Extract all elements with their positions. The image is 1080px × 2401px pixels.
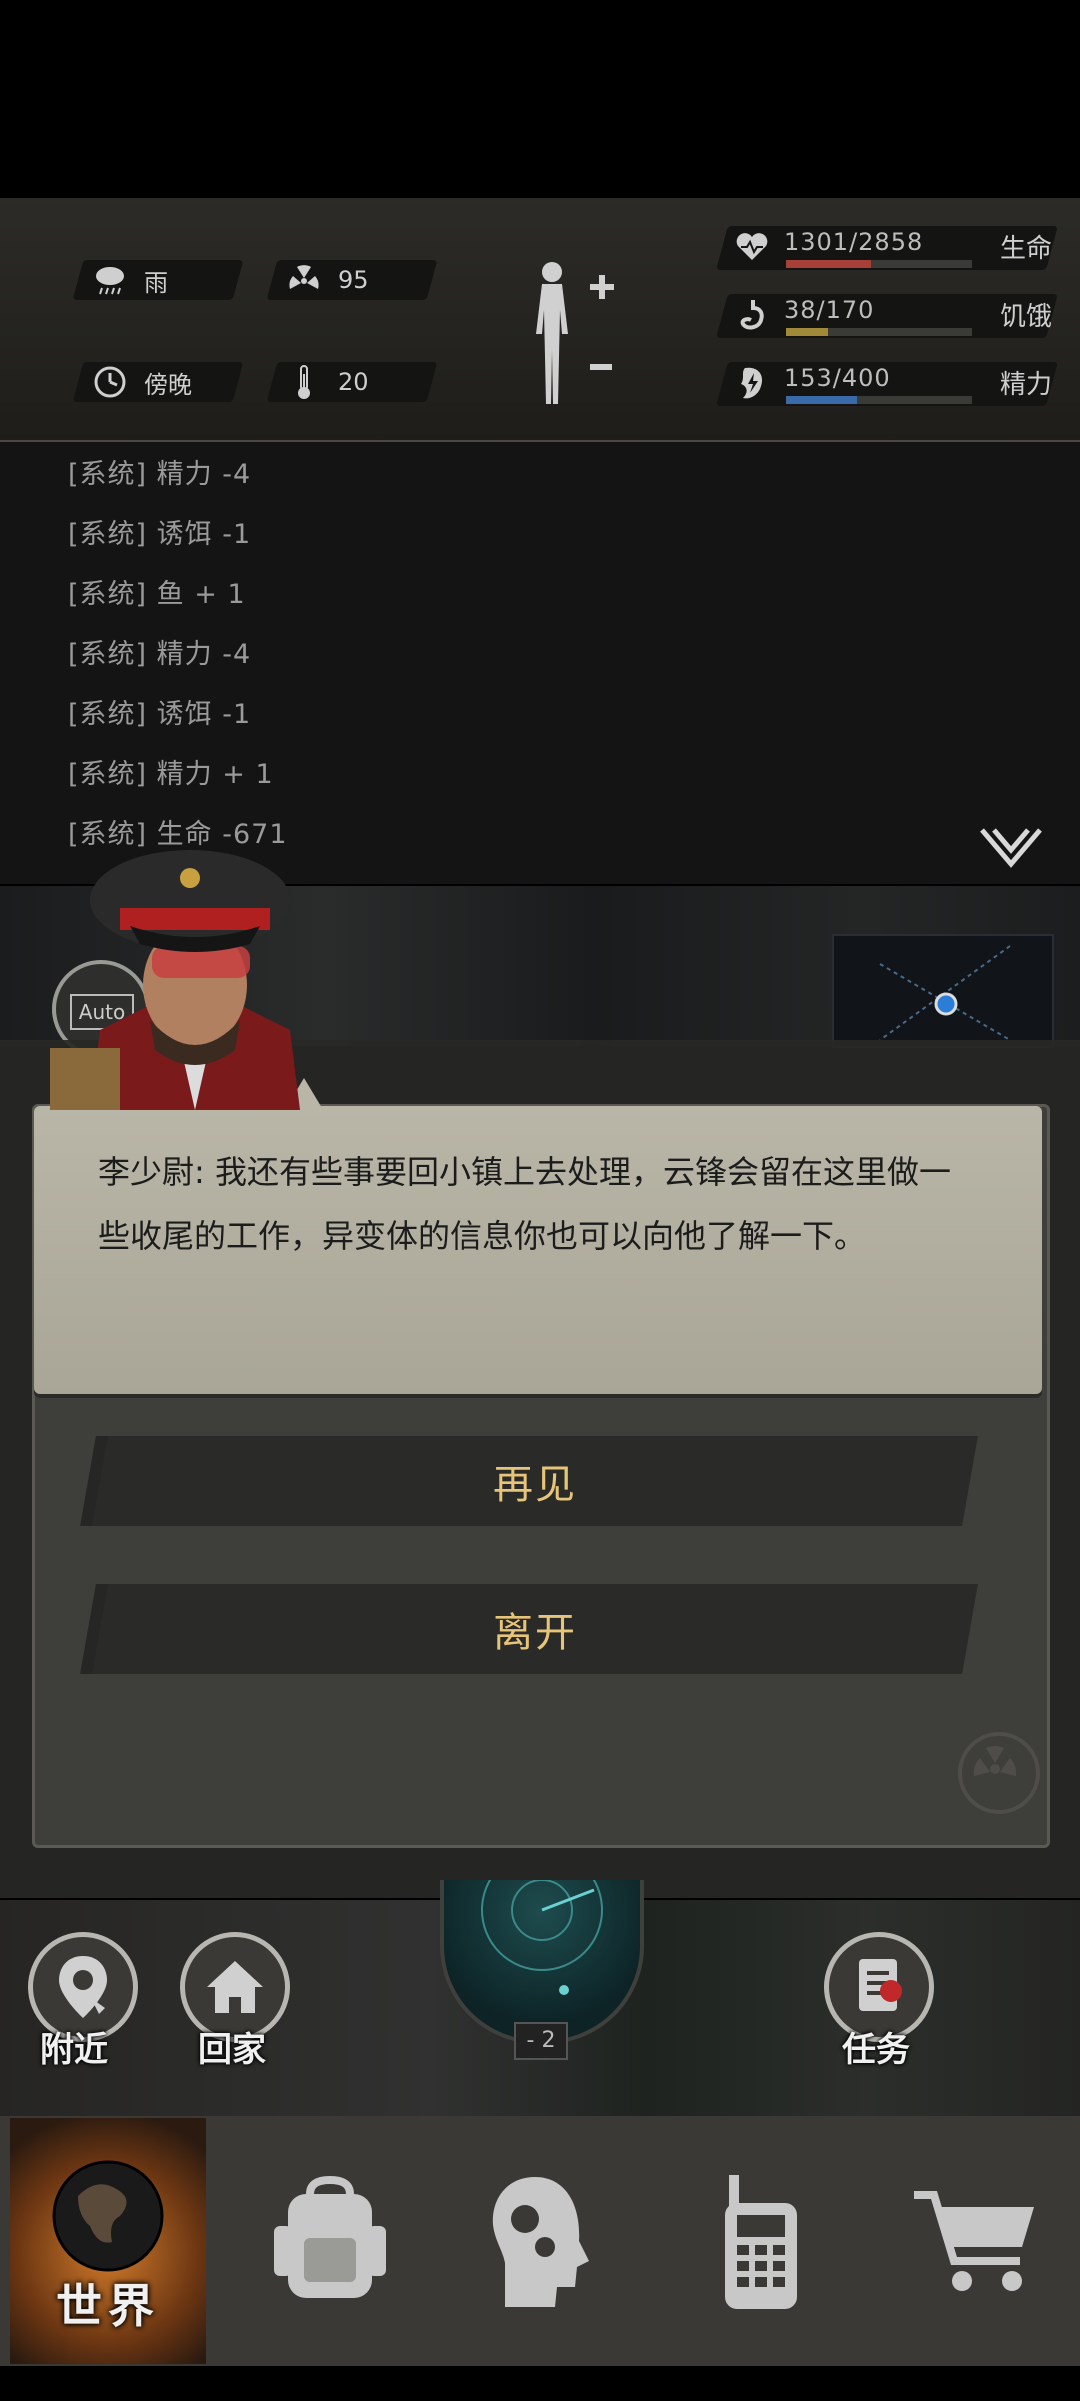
- energy-value: 153/400: [784, 364, 891, 392]
- minimap[interactable]: [832, 934, 1054, 1048]
- stomach-icon: [732, 294, 772, 336]
- health-value: 1301/2858: [784, 228, 924, 256]
- thermometer-icon: [286, 364, 322, 400]
- hunger-bar: [786, 328, 972, 336]
- nav-backpack-tab[interactable]: [240, 2118, 420, 2364]
- nearby-label: 附近: [40, 2030, 108, 2070]
- time-value: 傍晚: [144, 370, 192, 399]
- head-gears-icon: [492, 2177, 589, 2307]
- time-status: 傍晚: [92, 362, 192, 402]
- energy-row: 153/400 精力: [716, 358, 1062, 406]
- backpack-icon: [274, 2176, 386, 2298]
- body-status-button[interactable]: [520, 254, 630, 414]
- radiation-watermark-icon: [958, 1732, 1040, 1814]
- player-marker-icon: [934, 992, 958, 1016]
- log-line: [系统] 精力 -4: [68, 459, 252, 490]
- nav-skills-tab[interactable]: [450, 2118, 630, 2364]
- log-line: [系统] 精力 + 1: [68, 759, 274, 790]
- hunger-value: 38/170: [784, 296, 875, 324]
- radiation-icon: [286, 262, 322, 298]
- log-line: [系统] 诱饵 -1: [68, 699, 252, 730]
- shopping-cart-icon: [914, 2191, 1034, 2291]
- choice-leave-label: 离开: [493, 1610, 577, 1656]
- temperature-status: 20: [286, 362, 369, 402]
- health-bar: [786, 260, 972, 268]
- log-line: [系统] 诱饵 -1: [68, 519, 252, 550]
- health-label: 生命: [1000, 234, 1053, 264]
- health-row: 1301/2858 生命: [716, 222, 1062, 270]
- house-icon: [207, 1961, 263, 2013]
- choice-goodbye-label: 再见: [493, 1462, 577, 1508]
- nav-radio-tab[interactable]: [665, 2118, 855, 2364]
- log-line: [系统] 精力 -4: [68, 639, 252, 670]
- log-line: [系统] 鱼 + 1: [68, 579, 246, 610]
- choice-goodbye-button[interactable]: 再见: [92, 1436, 978, 1526]
- hunger-row: 38/170 饥饿: [716, 290, 1062, 338]
- human-body-icon: [536, 262, 614, 404]
- radiation-value: 95: [338, 266, 369, 294]
- tasks-label: 任务: [842, 2030, 910, 2070]
- choice-leave-button[interactable]: 离开: [92, 1584, 978, 1674]
- home-label: 回家: [198, 2030, 266, 2070]
- energy-label: 精力: [1000, 370, 1053, 400]
- weather-status: 雨: [92, 260, 168, 300]
- heart-icon: [732, 226, 772, 268]
- npc-dialogue-text: 李少尉: 我还有些事要回小镇上去处理，云锋会留在这里做一些收尾的工作，异变体的信…: [98, 1153, 951, 1255]
- walkie-talkie-icon: [725, 2175, 797, 2309]
- clock-icon: [92, 364, 128, 400]
- radiation-status: 95: [286, 260, 369, 300]
- hunger-label: 饥饿: [1000, 302, 1053, 332]
- rain-cloud-icon: [92, 262, 128, 298]
- task-notification-badge: [880, 1980, 902, 2002]
- radar-count: - 2: [514, 2022, 568, 2060]
- temperature-value: 20: [338, 368, 369, 396]
- location-pin-icon: [59, 1956, 107, 2018]
- globe-icon: [52, 2160, 164, 2272]
- radar-scanner[interactable]: [440, 1849, 644, 2044]
- energy-icon: [732, 362, 772, 404]
- expand-log-chevron-icon[interactable]: [978, 826, 1044, 874]
- nav-shop-tab[interactable]: [880, 2118, 1070, 2364]
- npc-portrait-lieutenant-li: [40, 820, 340, 1110]
- energy-bar: [786, 396, 972, 404]
- nav-world-label: 世界: [56, 2279, 160, 2333]
- weather-value: 雨: [144, 268, 168, 297]
